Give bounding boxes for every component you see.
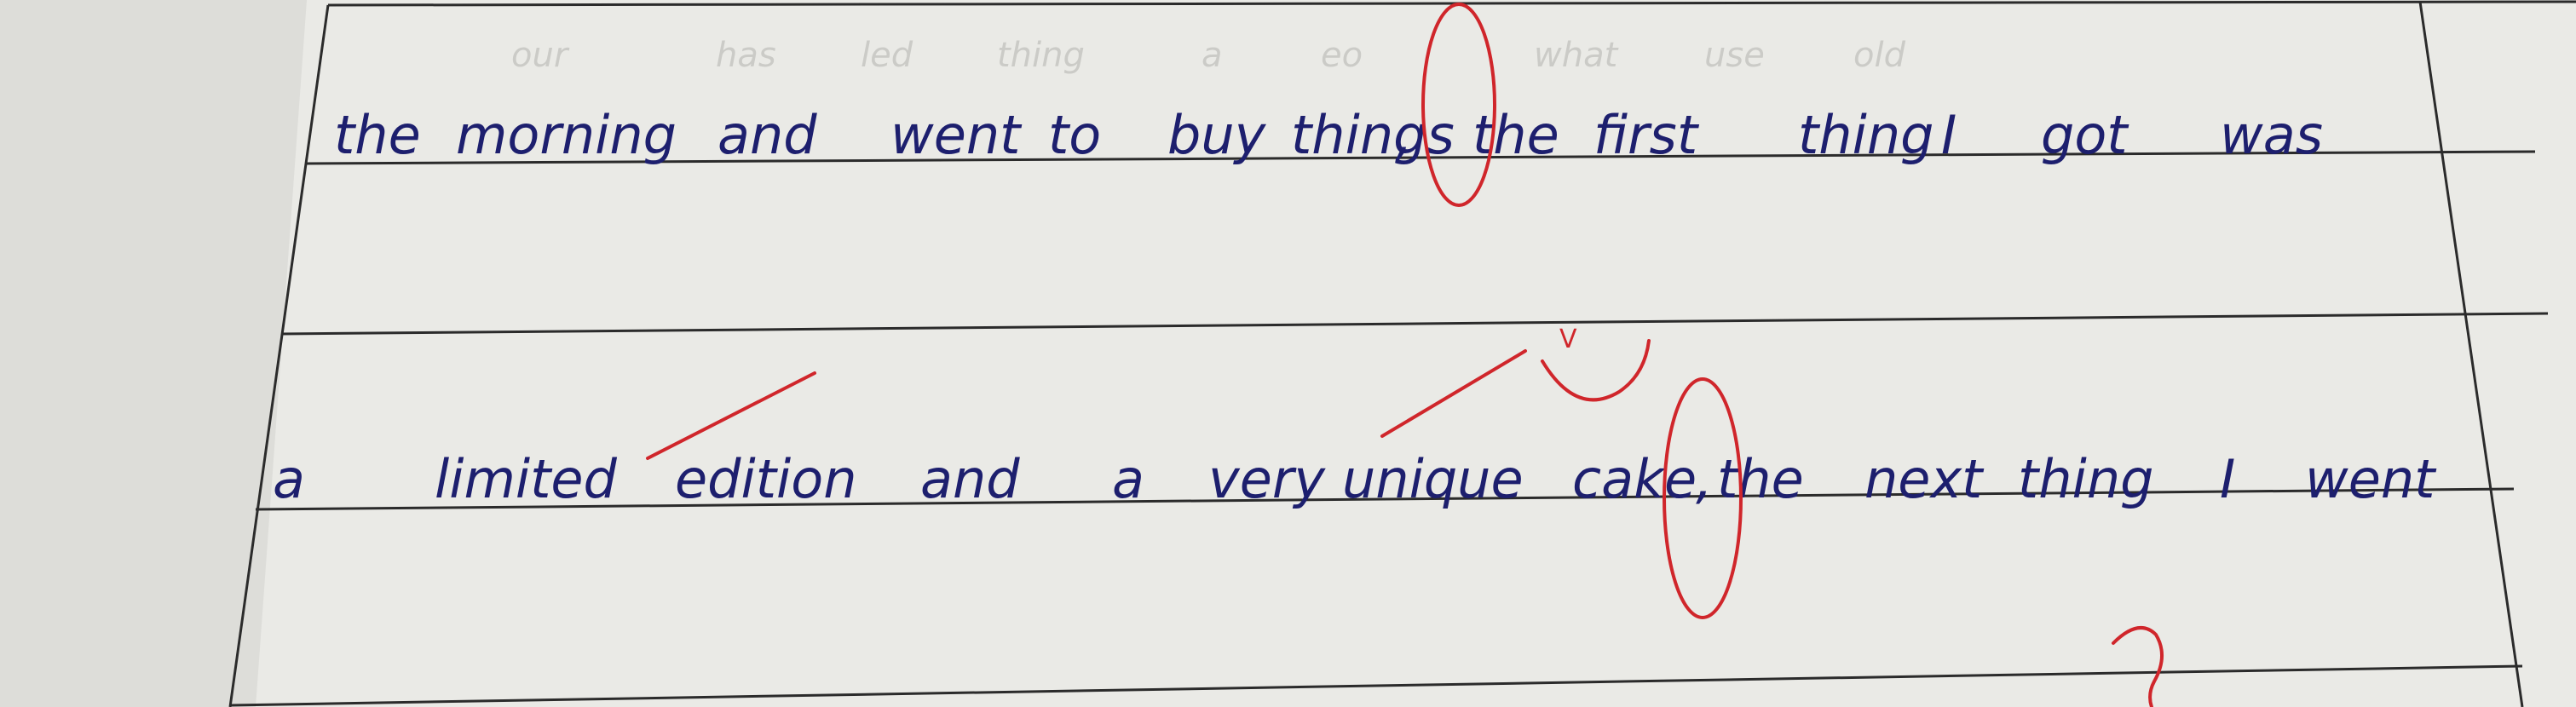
handwritten-comma: ,: [1696, 448, 1713, 510]
handwritten-word: thing: [2018, 448, 2153, 510]
paper-shadow: [0, 0, 307, 707]
handwritten-word: buy: [1167, 104, 1267, 166]
bleed-through-word: has: [716, 36, 776, 75]
handwritten-word: and: [717, 104, 817, 166]
bleed-through-word: eo: [1321, 36, 1363, 75]
worksheet-photo: our has led thing a eo what use old the morning an…: [0, 0, 2576, 707]
bleed-through-word: what: [1534, 36, 1619, 75]
handwritten-word: to: [1048, 104, 1101, 166]
handwritten-word: things: [1291, 104, 1455, 166]
handwritten-word: thing: [1798, 104, 1933, 166]
handwritten-word: cake: [1572, 448, 1697, 510]
bleed-through-word: a: [1202, 36, 1223, 75]
handwritten-word: limited: [435, 448, 618, 510]
handwritten-word: I: [1941, 104, 1956, 166]
handwritten-word: next: [1864, 448, 1985, 510]
writing-sheet: our has led thing a eo what use old the morning an…: [0, 0, 2576, 707]
bleed-through-word: old: [1853, 36, 1906, 75]
handwritten-word: unique: [1342, 448, 1524, 510]
handwritten-word: very: [1208, 448, 1326, 510]
handwritten-word: went: [890, 104, 1023, 166]
handwritten-word: and: [920, 448, 1020, 510]
handwritten-word: went: [2305, 448, 2437, 510]
handwritten-comma: ,: [1396, 104, 1413, 166]
handwritten-word: edition: [675, 448, 857, 510]
bleed-through-word: thing: [997, 36, 1085, 75]
note-mark: V: [1559, 325, 1577, 354]
handwriting-line-2: a limited edition and a very unique cake, the nex…: [273, 448, 2437, 510]
handwritten-word: a: [1112, 448, 1144, 510]
handwritten-word: the: [1717, 448, 1804, 510]
handwritten-word: was: [2220, 104, 2323, 166]
handwritten-word: a: [273, 448, 305, 510]
bleed-through-word: use: [1704, 36, 1765, 75]
bleed-through-word: our: [511, 36, 570, 75]
handwritten-word: morning: [456, 104, 677, 166]
bleed-through-word: led: [861, 36, 913, 75]
handwritten-word: first: [1593, 104, 1700, 166]
handwritten-word: the: [334, 104, 421, 166]
handwritten-word: I: [2220, 448, 2235, 510]
handwritten-word: the: [1472, 104, 1559, 166]
handwritten-word: got: [2041, 104, 2129, 166]
